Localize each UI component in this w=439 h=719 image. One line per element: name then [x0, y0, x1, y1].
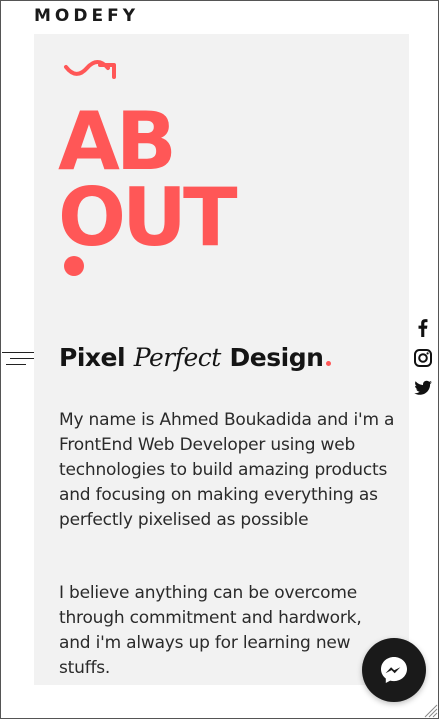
instagram-icon[interactable] — [413, 348, 433, 368]
messenger-chat-button[interactable] — [362, 638, 426, 702]
subtitle-word-perfect: Perfect — [133, 343, 222, 372]
subtitle-word-design: Design — [229, 343, 324, 372]
subtitle-dot — [326, 361, 332, 366]
social-links — [413, 318, 437, 408]
about-heading: AB OUT — [58, 95, 238, 276]
about-heading-line1: AB — [58, 95, 177, 188]
about-heading-line2-text: OUT — [58, 171, 238, 264]
twitter-icon[interactable] — [413, 378, 433, 398]
facebook-icon[interactable] — [413, 318, 433, 338]
about-paragraph-1: My name is Ahmed Boukadida and i'm a Fro… — [59, 410, 395, 530]
menu-line-bottom — [6, 364, 26, 365]
brand-logo[interactable]: MODEFY — [34, 6, 139, 26]
menu-line-top — [2, 352, 34, 353]
menu-toggle-button[interactable] — [2, 350, 34, 370]
subtitle-word-pixel: Pixel — [59, 343, 126, 372]
about-paragraph-2: I believe anything can be overcome throu… — [59, 583, 362, 678]
section-subtitle: Pixel Perfect Design — [59, 341, 332, 375]
resize-grip-icon[interactable] — [422, 702, 438, 718]
menu-line-middle — [10, 358, 34, 359]
squiggle-arrow-icon — [64, 60, 116, 79]
about-heading-line2: OUT — [58, 178, 238, 276]
messenger-icon — [381, 657, 407, 683]
